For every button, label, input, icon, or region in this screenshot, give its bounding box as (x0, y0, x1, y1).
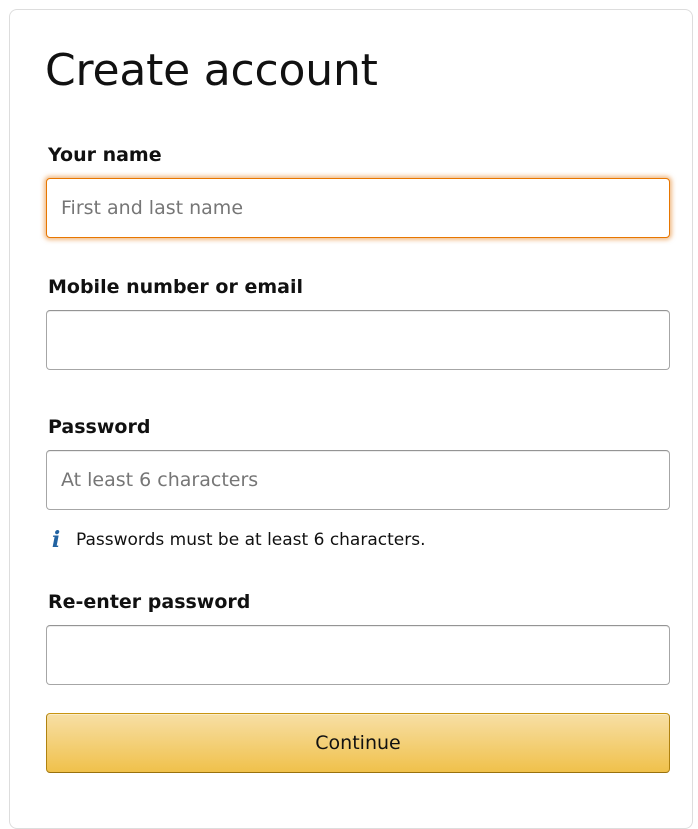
page-title: Create account (45, 45, 378, 96)
password-hint: i Passwords must be at least 6 character… (48, 527, 426, 553)
name-label: Your name (48, 144, 162, 166)
password-input[interactable] (46, 450, 670, 510)
password-confirm-input[interactable] (46, 625, 670, 685)
contact-label: Mobile number or email (48, 276, 303, 298)
password-label: Password (48, 416, 151, 438)
password-hint-text: Passwords must be at least 6 characters. (76, 530, 426, 550)
password-confirm-label: Re-enter password (48, 591, 251, 613)
name-input[interactable] (46, 178, 670, 238)
mobile-or-email-input[interactable] (46, 310, 670, 370)
info-icon: i (51, 527, 61, 553)
continue-button[interactable]: Continue (46, 713, 670, 773)
